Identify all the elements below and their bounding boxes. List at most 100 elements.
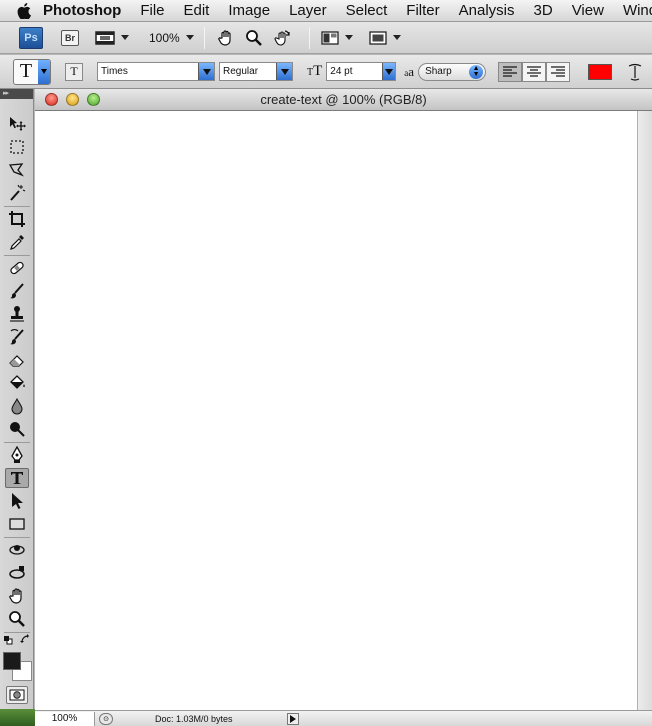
brush-tool[interactable] xyxy=(5,281,29,301)
pen-tool[interactable] xyxy=(5,445,29,465)
status-bar: 100% ⊙ Doc: 1.03M/0 bytes xyxy=(35,710,652,726)
paint-bucket-icon xyxy=(10,375,25,389)
chevron-down-icon xyxy=(344,35,353,40)
status-menu-button[interactable] xyxy=(287,712,299,725)
marquee-tool[interactable] xyxy=(5,137,29,157)
zoom-window-button[interactable] xyxy=(87,93,100,106)
menu-window[interactable]: Wind xyxy=(623,2,652,19)
align-right-button[interactable] xyxy=(546,61,571,82)
eraser-tool[interactable] xyxy=(5,350,29,370)
antialias-select[interactable]: Sharp ▲ ▼ xyxy=(418,62,487,81)
divider xyxy=(308,26,310,49)
bandage-icon xyxy=(10,261,24,275)
swap-colors-icon[interactable] xyxy=(20,634,31,647)
dodge-tool[interactable] xyxy=(5,419,29,439)
stamp-icon xyxy=(10,306,24,322)
magic-wand-tool[interactable] xyxy=(5,183,29,203)
magnifier-icon xyxy=(245,29,262,46)
close-window-button[interactable] xyxy=(45,93,58,106)
zoom-tool-button[interactable] xyxy=(243,27,265,49)
magic-wand-icon xyxy=(10,184,26,201)
type-tool[interactable] xyxy=(5,468,29,488)
lasso-icon xyxy=(8,163,24,177)
warp-text-icon xyxy=(628,63,642,81)
minimize-window-button[interactable] xyxy=(66,93,79,106)
warp-text-button[interactable] xyxy=(626,62,644,82)
align-center-icon xyxy=(527,65,542,77)
marquee-icon xyxy=(10,140,24,154)
pen-icon xyxy=(11,446,23,463)
menu-file[interactable]: File xyxy=(140,2,164,19)
align-center-button[interactable] xyxy=(522,61,547,82)
font-size-value: 24 pt xyxy=(330,66,353,77)
blur-tool[interactable] xyxy=(5,396,29,416)
chevron-down-icon xyxy=(392,35,401,40)
screen-mode-button[interactable] xyxy=(368,27,402,49)
hand-icon xyxy=(9,588,22,604)
launch-bridge-button[interactable]: Br xyxy=(61,29,79,46)
font-style-value: Regular xyxy=(223,66,259,77)
align-left-button[interactable] xyxy=(498,61,523,82)
3d-orbit-tool[interactable] xyxy=(5,563,29,583)
text-orientation-toggle[interactable]: T xyxy=(65,62,83,81)
font-family-select[interactable]: Times xyxy=(97,62,215,81)
tool-preset-picker[interactable]: T xyxy=(13,58,51,85)
rectangle-tool[interactable] xyxy=(5,514,29,534)
zoom-level-dropdown[interactable]: 100% xyxy=(149,31,194,45)
healing-brush-tool[interactable] xyxy=(5,258,29,278)
quick-mask-button[interactable] xyxy=(6,686,28,704)
chevron-down-icon xyxy=(185,35,194,40)
status-zoom-field[interactable]: 100% xyxy=(35,711,95,726)
tool-options-bar: T T Times Regular TT 24 pt aa Sharp ▲ ▼ xyxy=(0,55,652,89)
menu-image[interactable]: Image xyxy=(228,2,270,19)
divider xyxy=(203,26,205,49)
chevron-down-icon xyxy=(38,59,50,84)
menu-select[interactable]: Select xyxy=(346,2,388,19)
arrange-icon xyxy=(321,30,339,45)
menu-photoshop[interactable]: Photoshop xyxy=(43,2,121,19)
move-icon xyxy=(10,117,26,131)
menu-analysis[interactable]: Analysis xyxy=(459,2,515,19)
history-brush-tool[interactable] xyxy=(5,327,29,347)
history-brush-icon xyxy=(10,329,24,345)
tools-panel: ▸▸ xyxy=(0,89,34,709)
menu-edit[interactable]: Edit xyxy=(184,2,210,19)
eyedropper-tool[interactable] xyxy=(5,232,29,252)
status-info-icon[interactable]: ⊙ xyxy=(99,712,113,725)
3d-rotate-tool[interactable] xyxy=(5,540,29,560)
application-bar: Ps Br 100% xyxy=(0,22,652,54)
foreground-color-swatch[interactable] xyxy=(3,652,21,670)
document-title: create-text @ 100% (RGB/8) xyxy=(260,92,427,107)
vertical-scrollbar[interactable] xyxy=(637,111,652,710)
text-color-swatch[interactable] xyxy=(588,63,613,80)
rotate-view-button[interactable] xyxy=(271,27,293,49)
arrange-documents-button[interactable] xyxy=(320,27,354,49)
collapse-panel-button[interactable]: ▸▸ xyxy=(0,89,33,99)
document-titlebar[interactable]: create-text @ 100% (RGB/8) xyxy=(35,89,652,111)
chevron-down-icon xyxy=(382,63,396,80)
chevron-down-icon xyxy=(121,35,129,40)
default-colors-icon[interactable] xyxy=(3,635,13,647)
hand-tool-button[interactable] xyxy=(215,27,237,49)
type-icon xyxy=(11,472,23,484)
desktop-background xyxy=(0,709,35,726)
menu-filter[interactable]: Filter xyxy=(406,2,439,19)
paint-bucket-tool[interactable] xyxy=(5,373,29,393)
dodge-icon xyxy=(10,422,25,437)
apple-icon[interactable] xyxy=(17,2,31,19)
hand-tool[interactable] xyxy=(5,586,29,606)
menu-layer[interactable]: Layer xyxy=(289,2,327,19)
document-canvas[interactable] xyxy=(35,111,637,710)
clone-stamp-tool[interactable] xyxy=(5,304,29,324)
zoom-tool[interactable] xyxy=(5,609,29,629)
font-style-select[interactable]: Regular xyxy=(219,62,293,81)
lasso-tool[interactable] xyxy=(5,160,29,180)
move-tool[interactable] xyxy=(5,114,29,134)
menu-view[interactable]: View xyxy=(572,2,604,19)
crop-tool[interactable] xyxy=(5,209,29,229)
menu-3d[interactable]: 3D xyxy=(534,2,553,19)
view-extras-button[interactable] xyxy=(95,30,129,46)
hand-icon xyxy=(217,29,231,46)
path-selection-tool[interactable] xyxy=(5,491,29,511)
font-size-select[interactable]: 24 pt xyxy=(326,62,397,81)
